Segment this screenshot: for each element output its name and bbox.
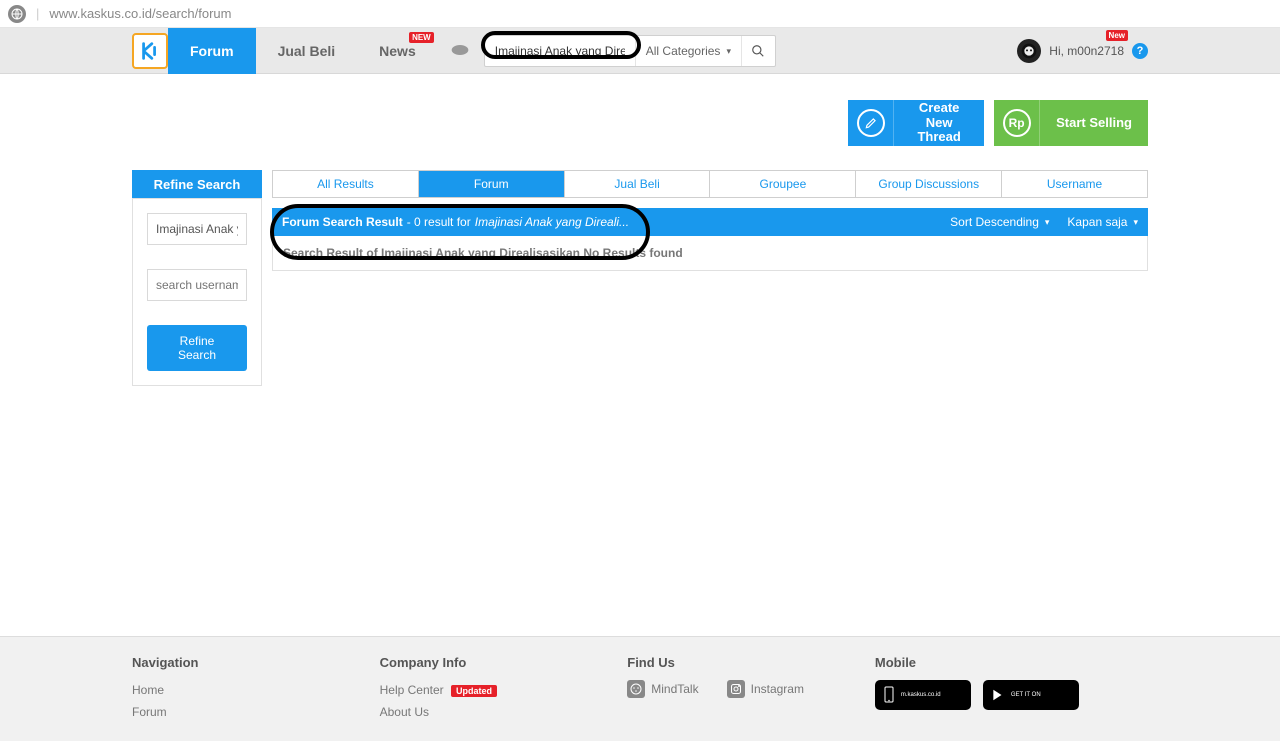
header-search: All Categories ▾ xyxy=(484,35,776,67)
nav-news-label: News xyxy=(379,43,416,59)
tab-groupee[interactable]: Groupee xyxy=(710,171,856,197)
user-avatar[interactable] xyxy=(1017,39,1041,63)
store2-line1: GET IT ON xyxy=(1011,692,1041,698)
google-play-button[interactable]: GET IT ON xyxy=(983,680,1079,710)
footer-find-heading: Find Us xyxy=(627,655,855,670)
user-greeting[interactable]: Hi, m00n2718 New xyxy=(1049,44,1124,58)
pencil-icon xyxy=(857,109,885,137)
browser-address-bar: | www.kaskus.co.id/search/forum xyxy=(0,0,1280,28)
nav-jualbeli-label: Jual Beli xyxy=(278,43,336,59)
when-dropdown[interactable]: Kapan saja ▾ xyxy=(1067,215,1138,229)
tab-all-results[interactable]: All Results xyxy=(273,171,419,197)
user-greeting-text: Hi, m00n2718 xyxy=(1049,44,1124,58)
action-row: Create New Thread Rp Start Selling xyxy=(132,74,1148,170)
mindtalk-label: MindTalk xyxy=(651,682,698,696)
refine-search-button[interactable]: Refine Search xyxy=(147,325,247,371)
footer-link-forum[interactable]: Forum xyxy=(132,702,360,724)
start-selling-button[interactable]: Rp Start Selling xyxy=(994,100,1148,146)
mobile-site-button[interactable]: m.kaskus.co.id xyxy=(875,680,971,710)
footer-link-instagram[interactable]: Instagram xyxy=(727,680,804,698)
result-tabs: All Results Forum Jual Beli Groupee Grou… xyxy=(272,170,1148,198)
when-label: Kapan saja xyxy=(1067,215,1127,229)
refine-username-input[interactable] xyxy=(147,269,247,301)
instagram-icon xyxy=(727,680,745,698)
help-icon[interactable]: ? xyxy=(1132,43,1148,59)
store1-line1: m.kaskus.co.id xyxy=(901,692,941,698)
search-input[interactable] xyxy=(485,44,635,58)
result-query: Imajinasi Anak yang Direali... xyxy=(475,215,629,229)
tab-forum[interactable]: Forum xyxy=(419,171,565,197)
footer-link-about[interactable]: About Us xyxy=(380,702,608,724)
refine-panel: Refine Search xyxy=(132,198,262,386)
footer-link-mindtalk[interactable]: MindTalk xyxy=(627,680,698,698)
chevron-down-icon: ▾ xyxy=(1133,217,1138,228)
search-button[interactable] xyxy=(741,36,775,66)
footer-link-home[interactable]: Home xyxy=(132,680,360,702)
chevron-down-icon: ▾ xyxy=(1045,217,1050,228)
footer-link-help[interactable]: Help Center xyxy=(380,683,444,697)
url-text: www.kaskus.co.id/search/forum xyxy=(49,6,231,21)
nav-news[interactable]: News NEW xyxy=(357,28,438,74)
chat-icon[interactable] xyxy=(450,43,470,60)
footer-nav-heading: Navigation xyxy=(132,655,360,670)
tab-jualbeli[interactable]: Jual Beli xyxy=(565,171,711,197)
instagram-label: Instagram xyxy=(751,682,804,696)
sort-dropdown[interactable]: Sort Descending ▾ xyxy=(950,215,1049,229)
kaskus-logo[interactable] xyxy=(132,33,168,69)
start-selling-label: Start Selling xyxy=(1040,116,1148,131)
result-summary: - 0 result for xyxy=(407,215,471,229)
globe-icon xyxy=(8,5,26,23)
tab-group-discussions[interactable]: Group Discussions xyxy=(856,171,1002,197)
tab-username[interactable]: Username xyxy=(1002,171,1147,197)
sort-label: Sort Descending xyxy=(950,215,1039,229)
footer-mobile-heading: Mobile xyxy=(875,655,1148,670)
new-badge: New xyxy=(1106,30,1128,41)
nav-forum[interactable]: Forum xyxy=(168,28,256,74)
create-thread-button[interactable]: Create New Thread xyxy=(848,100,984,146)
chevron-down-icon: ▾ xyxy=(726,46,731,57)
updated-badge: Updated xyxy=(451,685,497,697)
footer-company-heading: Company Info xyxy=(380,655,608,670)
create-thread-label: Create New Thread xyxy=(894,101,984,146)
search-category-dropdown[interactable]: All Categories ▾ xyxy=(635,36,741,66)
refine-query-input[interactable] xyxy=(147,213,247,245)
refine-header: Refine Search xyxy=(132,170,262,198)
rp-icon: Rp xyxy=(1003,109,1031,137)
result-title: Forum Search Result xyxy=(282,215,403,229)
mindtalk-icon xyxy=(627,680,645,698)
nav-forum-label: Forum xyxy=(190,43,234,59)
result-header: Forum Search Result - 0 result for Imaji… xyxy=(272,208,1148,236)
site-footer: Navigation Home Forum Company Info Help … xyxy=(0,636,1280,741)
nav-jualbeli[interactable]: Jual Beli xyxy=(256,28,358,74)
new-badge: NEW xyxy=(409,32,434,43)
search-category-label: All Categories xyxy=(646,44,721,58)
result-body: Search Result of Imajinasi Anak yang Dir… xyxy=(272,236,1148,271)
site-header: Forum Jual Beli News NEW All Categories … xyxy=(0,28,1280,74)
